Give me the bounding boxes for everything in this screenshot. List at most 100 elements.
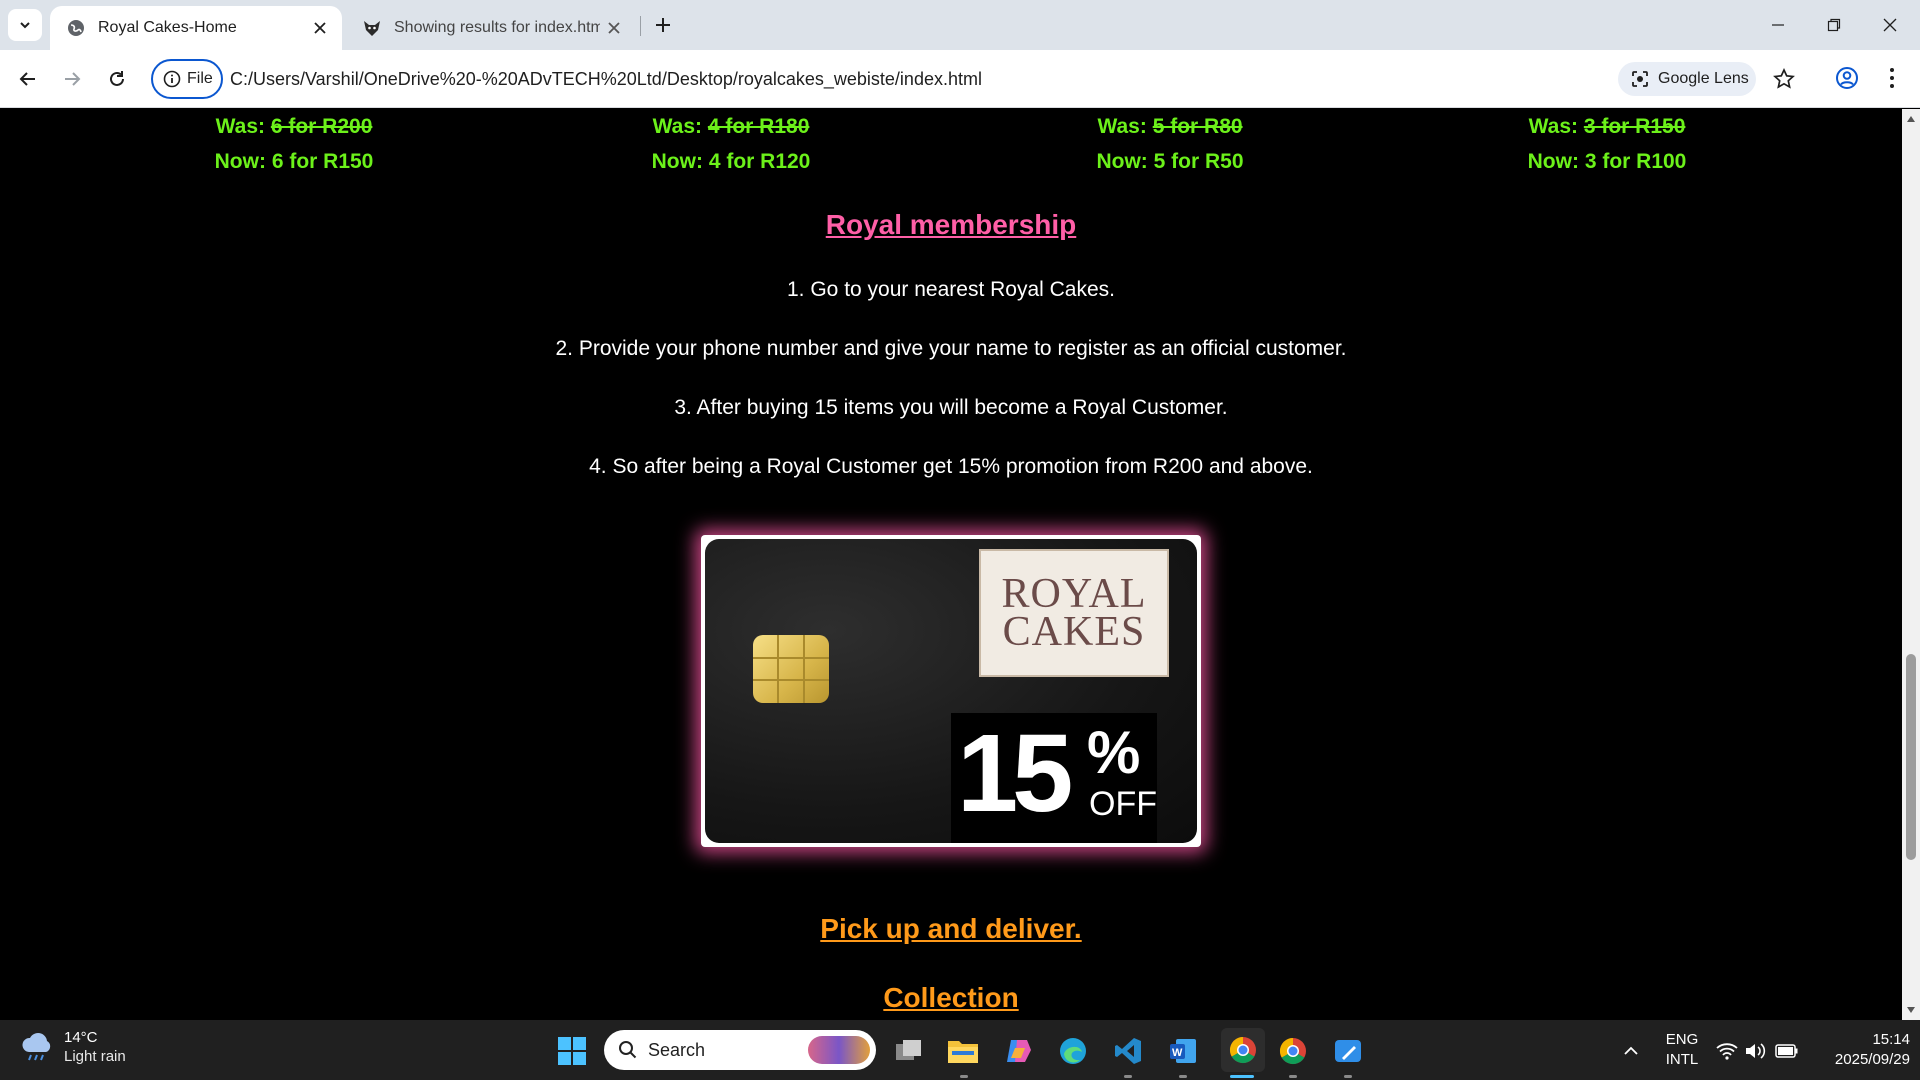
price-now: Now: 5 for R50: [1096, 150, 1244, 173]
page-scrollbar[interactable]: [1902, 109, 1920, 1020]
price-was: Was: 3 for R150: [1528, 115, 1686, 138]
close-tab-icon[interactable]: [306, 14, 334, 42]
tab-search-button[interactable]: [8, 9, 42, 41]
edge-browser-icon[interactable]: [1056, 1034, 1090, 1068]
weather-widget[interactable]: 14°C Light rain: [20, 1028, 126, 1066]
forward-button[interactable]: [56, 63, 88, 95]
membership-step: 1. Go to your nearest Royal Cakes.: [787, 278, 1115, 301]
chrome-icon-active[interactable]: [1221, 1028, 1265, 1072]
tab-royal-cakes-home[interactable]: Royal Cakes-Home: [50, 6, 342, 50]
scroll-up-arrow-icon[interactable]: [1905, 113, 1917, 125]
discount-badge: 15 % OFF: [951, 713, 1157, 843]
profile-button[interactable]: [1832, 63, 1862, 93]
membership-card: ROYAL CAKES 15 % OFF: [705, 539, 1197, 843]
weather-condition: Light rain: [64, 1048, 126, 1065]
running-indicator: [960, 1075, 968, 1078]
star-icon: [1773, 68, 1795, 89]
task-view-icon[interactable]: [892, 1034, 926, 1068]
info-icon: [163, 70, 181, 88]
discount-symbol: %: [1087, 719, 1141, 786]
clock[interactable]: 15:14 2025/09/29: [1814, 1030, 1910, 1070]
battery-icon[interactable]: [1770, 1034, 1804, 1068]
back-arrow-icon: [19, 72, 35, 86]
browser-toolbar: File C:/Users/Varshil/OneDrive%20-%20ADv…: [0, 50, 1920, 108]
forward-arrow-icon: [65, 72, 81, 86]
price-was: Was: 6 for R200: [215, 115, 373, 138]
tab-title: Showing results for index.html: [394, 19, 600, 36]
globe-icon: [66, 18, 86, 38]
file-explorer-icon[interactable]: [946, 1034, 980, 1068]
windows-taskbar: 14°C Light rain Search W ENG INTL 15:14 …: [0, 1020, 1920, 1080]
card-chip-icon: [753, 635, 829, 703]
language-indicator[interactable]: ENG INTL: [1662, 1030, 1702, 1070]
tab-showing-results[interactable]: Showing results for index.html: [346, 6, 636, 50]
chrome-icon[interactable]: [1276, 1034, 1310, 1068]
volume-icon[interactable]: [1738, 1034, 1772, 1068]
reload-icon: [110, 71, 124, 86]
reload-button[interactable]: [101, 63, 133, 95]
royal-cakes-logo: ROYAL CAKES: [979, 549, 1169, 677]
chevron-up-icon[interactable]: [1614, 1034, 1648, 1068]
pickup-deliver-heading: Pick up and deliver.: [820, 913, 1082, 944]
price-now: Now: 4 for R120: [651, 150, 811, 173]
lens-icon: [1632, 71, 1648, 87]
search-highlight-image: [808, 1036, 870, 1064]
close-window-button[interactable]: [1868, 8, 1912, 42]
minimize-button[interactable]: [1756, 8, 1800, 42]
clock-time: 15:14: [1872, 1031, 1910, 1048]
restore-button[interactable]: [1812, 8, 1856, 42]
bookmark-star-button[interactable]: [1770, 67, 1798, 91]
search-placeholder: Search: [648, 1039, 706, 1060]
active-indicator: [1230, 1075, 1254, 1078]
price-now: Now: 3 for R100: [1527, 150, 1687, 173]
tab-strip: Royal Cakes-Home Showing results for ind…: [0, 0, 1920, 50]
membership-step: 4. So after being a Royal Customer get 1…: [589, 455, 1313, 478]
paint-app-icon[interactable]: [1331, 1034, 1365, 1068]
discount-number: 15: [957, 712, 1073, 835]
svg-text:W: W: [1172, 1047, 1183, 1059]
tab-title: Royal Cakes-Home: [98, 19, 237, 36]
running-indicator: [1289, 1075, 1297, 1078]
price-was: Was: 4 for R180: [652, 115, 810, 138]
taskbar-search[interactable]: Search: [604, 1030, 876, 1070]
lens-label: Google Lens: [1658, 70, 1749, 87]
scroll-thumb[interactable]: [1906, 654, 1916, 860]
close-tab-icon[interactable]: [600, 14, 628, 42]
membership-card-image: ROYAL CAKES 15 % OFF: [701, 535, 1201, 847]
price-now: Now: 6 for R150: [214, 150, 374, 173]
collection-heading: Collection: [883, 982, 1019, 1013]
membership-heading: Royal membership: [825, 209, 1077, 240]
price-was: Was: 5 for R80: [1097, 115, 1243, 138]
rain-cloud-icon: [22, 1033, 51, 1061]
new-tab-button[interactable]: [650, 12, 676, 38]
word-icon[interactable]: W: [1166, 1034, 1200, 1068]
chevron-down-icon: [20, 22, 30, 29]
restore-icon: [1827, 18, 1841, 32]
chip-label: File: [187, 70, 213, 87]
browser-menu-button[interactable]: [1880, 63, 1904, 93]
minimize-icon: [1772, 24, 1784, 26]
scroll-down-arrow-icon[interactable]: [1905, 1004, 1917, 1016]
site-info-chip[interactable]: File: [151, 59, 223, 99]
tab-separator: [640, 16, 641, 36]
vscode-icon[interactable]: [1111, 1034, 1145, 1068]
discount-text: OFF: [1089, 785, 1157, 823]
running-indicator: [1179, 1075, 1187, 1078]
google-lens-button[interactable]: Google Lens: [1618, 62, 1756, 96]
running-indicator: [1124, 1075, 1132, 1078]
running-indicator: [1344, 1075, 1352, 1078]
temperature: 14°C: [64, 1029, 98, 1046]
close-icon: [1883, 18, 1897, 32]
back-button[interactable]: [12, 63, 44, 95]
membership-step: 3. After buying 15 items you will become…: [674, 396, 1228, 419]
url-text[interactable]: C:/Users/Varshil/OneDrive%20-%20ADvTECH%…: [230, 69, 982, 90]
page-content: Was: 6 for R200 Now: 6 for R150 Was: 4 f…: [0, 109, 1902, 1020]
address-bar[interactable]: File C:/Users/Varshil/OneDrive%20-%20ADv…: [150, 57, 1795, 101]
membership-step: 2. Provide your phone number and give yo…: [555, 337, 1347, 360]
wolf-logo-icon: [362, 18, 382, 38]
search-icon: [619, 1041, 637, 1059]
start-windows-icon[interactable]: [555, 1034, 589, 1068]
more-vertical-icon: [1890, 68, 1894, 88]
plus-icon: [656, 18, 670, 32]
copilot-icon[interactable]: [1001, 1034, 1035, 1068]
